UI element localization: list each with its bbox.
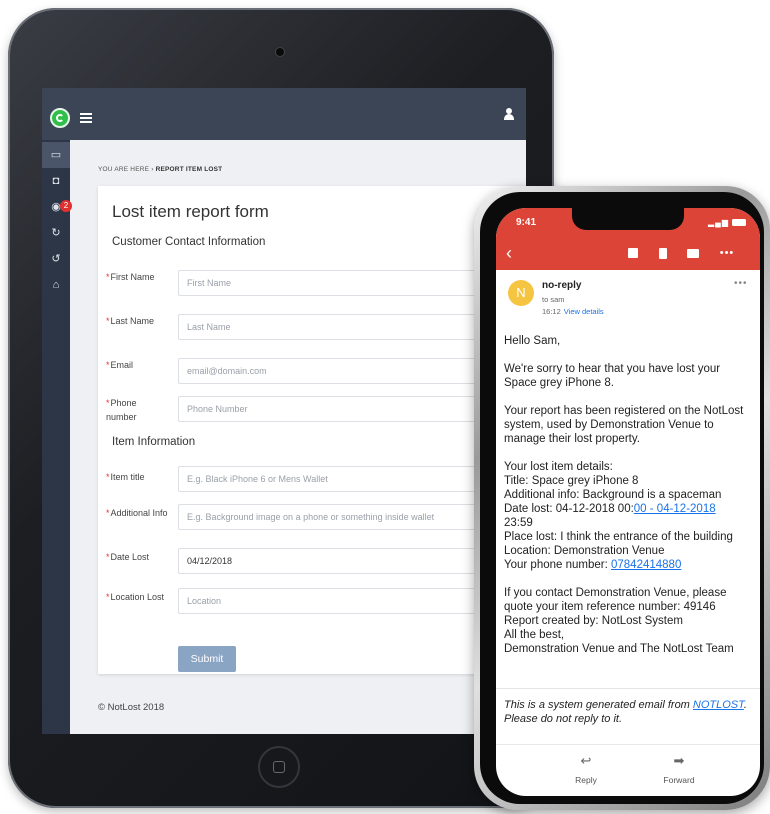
date-lost-label: *Date Lost xyxy=(106,552,150,562)
status-time: 9:41 xyxy=(516,217,537,228)
email-body: Hello Sam, We're sorry to hear that you … xyxy=(504,334,754,670)
reply-icon: ↩ xyxy=(580,753,592,768)
email-greeting: Hello Sam, xyxy=(504,335,561,347)
more-options-icon[interactable]: ••• xyxy=(718,244,736,262)
tablet-home-button[interactable] xyxy=(258,746,300,788)
location-lost-label: *Location Lost xyxy=(106,592,165,602)
hamburger-menu-icon[interactable] xyxy=(80,113,92,123)
mail-icon[interactable] xyxy=(684,244,702,262)
tablet-device: ▭ ◘ ◉ 2 ↻ ↺ ⌂ YOU ARE HERE › REPORT ITEM… xyxy=(8,8,554,808)
additional-info-label: *Additional Info xyxy=(106,508,168,518)
battery-icon xyxy=(732,219,747,227)
phone-label: *Phone number xyxy=(106,398,137,422)
breadcrumb-current: REPORT ITEM LOST xyxy=(155,166,223,173)
sender-avatar: N xyxy=(508,280,534,306)
sidebar-item-venue[interactable]: ⌂ xyxy=(42,272,70,298)
back-arrow-icon[interactable]: ‹ xyxy=(500,244,518,262)
email-label: *Email xyxy=(106,360,134,370)
email-time: 16:12 View details xyxy=(542,307,604,316)
breadcrumb-prefix: YOU ARE HERE xyxy=(98,166,150,173)
first-name-label: *First Name xyxy=(106,272,155,282)
phone-device: 9:41 ▂▄▆ ‹ ••• N no-reply to sam 16:12 Vi… xyxy=(474,186,770,810)
notlost-logo-icon[interactable] xyxy=(50,108,70,128)
email-paragraph-2: Your report has been registered on the N… xyxy=(504,405,744,445)
sidebar: ▭ ◘ ◉ 2 ↻ ↺ ⌂ xyxy=(42,140,72,734)
user-icon[interactable] xyxy=(504,108,514,120)
phone-bezel: 9:41 ▂▄▆ ‹ ••• N no-reply to sam 16:12 Vi… xyxy=(480,192,764,804)
tablet-screen: ▭ ◘ ◉ 2 ↻ ↺ ⌂ YOU ARE HERE › REPORT ITEM… xyxy=(42,88,526,734)
item-section-title: Item Information xyxy=(112,436,196,448)
email-app-bar: ‹ ••• xyxy=(496,236,760,270)
sidebar-item-refresh[interactable]: ↻ xyxy=(42,220,70,246)
sidebar-item-camera[interactable]: ◘ xyxy=(42,168,70,194)
trash-icon[interactable] xyxy=(654,244,672,262)
sidebar-item-returns[interactable]: ↺ xyxy=(42,246,70,272)
notlost-link[interactable]: NOTLOST xyxy=(693,699,744,711)
sender-name: no-reply xyxy=(542,280,582,291)
email-divider xyxy=(496,688,760,689)
signal-icon: ▂▄▆ xyxy=(708,218,729,227)
reply-button[interactable]: ↩ Reply xyxy=(551,753,621,785)
date-link[interactable]: 00 - 04-12-2018 xyxy=(634,503,716,515)
archive-icon[interactable] xyxy=(624,244,642,262)
report-form-card: Lost item report form Customer Contact I… xyxy=(98,186,526,674)
email-paragraph-1: We're sorry to hear that you have lost y… xyxy=(504,363,721,389)
phone-number-link[interactable]: 07842414880 xyxy=(611,559,681,571)
form-title: Lost item report form xyxy=(112,202,269,221)
last-name-label: *Last Name xyxy=(106,316,155,326)
breadcrumb: YOU ARE HERE › REPORT ITEM LOST xyxy=(98,166,222,173)
email-footer-note: This is a system generated email from NO… xyxy=(504,699,747,725)
view-details-link[interactable]: View details xyxy=(564,307,604,316)
tablet-camera xyxy=(276,48,284,56)
page-footer: © NotLost 2018 xyxy=(98,702,165,713)
email-actions-bar: ↩ Reply ➡ Forward xyxy=(496,744,760,796)
breadcrumb-separator: › xyxy=(151,166,154,173)
item-title-label: *Item title xyxy=(106,472,145,482)
contact-section-title: Customer Contact Information xyxy=(112,236,266,248)
phone-notch xyxy=(572,208,684,230)
forward-icon: ➡ xyxy=(673,753,685,768)
phone-screen: 9:41 ▂▄▆ ‹ ••• N no-reply to sam 16:12 Vi… xyxy=(496,208,760,796)
forward-button[interactable]: ➡ Forward xyxy=(644,753,714,785)
status-icons: ▂▄▆ xyxy=(708,218,747,227)
recipient-line: to sam xyxy=(542,295,565,304)
top-navbar xyxy=(42,88,526,140)
submit-button[interactable]: Submit xyxy=(178,646,236,672)
main-content: YOU ARE HERE › REPORT ITEM LOST Lost ite… xyxy=(70,140,526,734)
sender-more-icon[interactable]: ••• xyxy=(734,278,748,289)
sidebar-item-dashboard[interactable]: ▭ xyxy=(42,142,70,168)
email-item-details: Your lost item details: Title: Space gre… xyxy=(504,461,733,571)
email-paragraph-4: If you contact Demonstration Venue, plea… xyxy=(504,587,734,655)
